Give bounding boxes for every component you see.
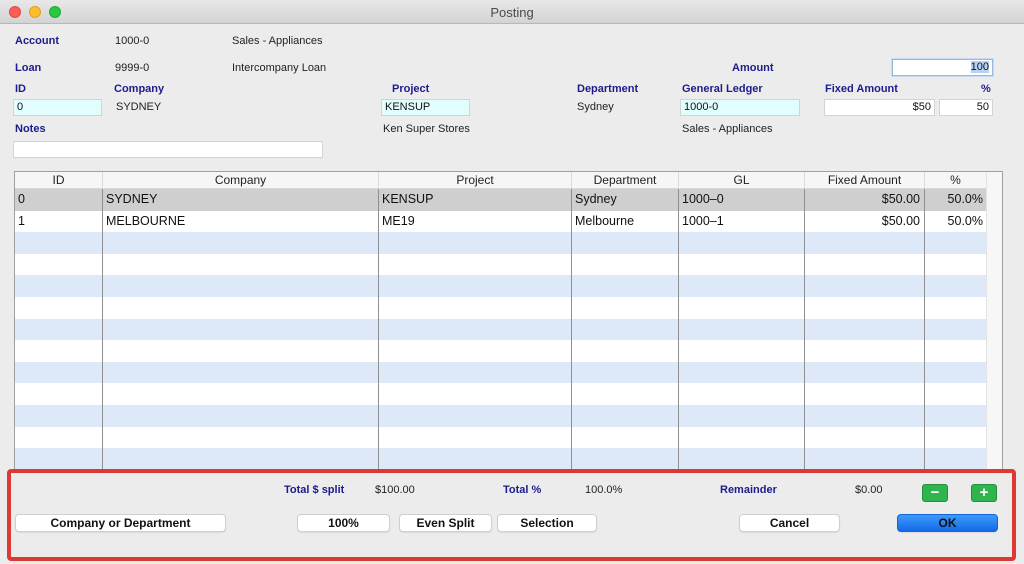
cancel-button[interactable]: Cancel xyxy=(739,514,840,532)
general-ledger-input[interactable]: 1000-0 xyxy=(680,99,800,116)
cell-department: Melbourne xyxy=(575,213,635,228)
column-divider xyxy=(804,189,805,469)
cell-company: SYDNEY xyxy=(106,192,158,206)
plus-icon: + xyxy=(979,484,989,501)
empty-table-row[interactable] xyxy=(15,383,987,405)
project-name: Ken Super Stores xyxy=(383,123,470,135)
empty-table-row[interactable] xyxy=(15,361,987,384)
column-header-company[interactable]: Company xyxy=(103,172,379,189)
cell-percent: 50.0% xyxy=(947,213,983,228)
cell-fixed-amount: $50.00 xyxy=(881,213,920,228)
column-divider xyxy=(571,189,572,469)
id-label: ID xyxy=(15,83,26,95)
table-scrollbar[interactable] xyxy=(986,172,1002,469)
empty-table-row[interactable] xyxy=(15,318,987,341)
column-divider xyxy=(102,189,103,469)
general-ledger-name: Sales - Appliances xyxy=(682,123,773,135)
column-divider xyxy=(678,189,679,469)
ok-button[interactable]: OK xyxy=(897,514,998,532)
minus-icon: − xyxy=(930,484,940,501)
account-code: 1000-0 xyxy=(115,35,150,47)
empty-table-row[interactable] xyxy=(15,275,987,297)
column-header-project[interactable]: Project xyxy=(379,172,572,189)
department-label: Department xyxy=(577,83,639,95)
total-split-value: $100.00 xyxy=(375,484,415,496)
fixed-amount-input[interactable]: $50 xyxy=(824,99,935,116)
column-header-percent[interactable]: % xyxy=(925,172,987,189)
column-header-id[interactable]: ID xyxy=(15,172,103,189)
column-divider xyxy=(924,189,925,469)
percent-input[interactable]: 50 xyxy=(939,99,993,116)
column-divider xyxy=(378,189,379,469)
fixed-amount-label: Fixed Amount xyxy=(825,83,898,95)
loan-code: 9999-0 xyxy=(115,62,150,74)
column-header-gl[interactable]: GL xyxy=(679,172,805,189)
total-split-label: Total $ split xyxy=(284,484,345,496)
remove-row-button[interactable]: − xyxy=(922,484,948,502)
selection-button[interactable]: Selection xyxy=(497,514,597,532)
column-header-fixed-amount[interactable]: Fixed Amount xyxy=(805,172,925,189)
amount-value: 100 xyxy=(970,61,989,73)
department-value: Sydney xyxy=(577,101,614,113)
empty-table-row[interactable] xyxy=(15,448,987,469)
cell-company: MELBOURNE xyxy=(106,213,186,228)
table-header: ID Company Project Department GL Fixed A… xyxy=(15,172,987,189)
cell-fixed-amount: $50.00 xyxy=(881,192,920,206)
company-label: Company xyxy=(114,83,165,95)
even-split-button[interactable]: Even Split xyxy=(399,514,492,532)
general-ledger-label: General Ledger xyxy=(682,83,763,95)
remainder-value: $0.00 xyxy=(855,484,883,496)
percent-label: % xyxy=(981,83,991,95)
add-row-button[interactable]: + xyxy=(971,484,997,502)
company-or-department-button[interactable]: Company or Department xyxy=(15,514,226,532)
empty-table-row[interactable] xyxy=(15,426,987,449)
total-percent-label: Total % xyxy=(503,484,542,496)
empty-table-row[interactable] xyxy=(15,297,987,319)
cell-percent: 50.0% xyxy=(947,192,983,206)
total-percent-value: 100.0% xyxy=(585,484,623,496)
cell-project: KENSUP xyxy=(382,192,434,206)
empty-table-row[interactable] xyxy=(15,405,987,427)
empty-table-row[interactable] xyxy=(15,340,987,362)
amount-input[interactable]: 100 xyxy=(892,59,993,76)
cell-id: 0 xyxy=(18,192,25,206)
company-value: SYDNEY xyxy=(116,101,162,113)
table-row[interactable]: 1 MELBOURNE ME19 Melbourne 1000–1 $50.00 50.0% xyxy=(15,210,987,233)
project-label: Project xyxy=(392,83,430,95)
cell-department: Sydney xyxy=(575,192,617,206)
remainder-label: Remainder xyxy=(720,484,777,496)
empty-table-row[interactable] xyxy=(15,232,987,254)
id-input[interactable]: 0 xyxy=(13,99,102,116)
project-input[interactable]: KENSUP xyxy=(381,99,470,116)
notes-input[interactable] xyxy=(13,141,323,158)
notes-label: Notes xyxy=(15,123,46,135)
column-header-department[interactable]: Department xyxy=(572,172,679,189)
hundred-percent-button[interactable]: 100% xyxy=(297,514,390,532)
window-title: Posting xyxy=(490,5,534,20)
empty-table-row[interactable] xyxy=(15,253,987,276)
cell-id: 1 xyxy=(18,213,25,228)
cell-project: ME19 xyxy=(382,213,415,228)
cell-gl: 1000–0 xyxy=(682,192,724,206)
amount-label: Amount xyxy=(732,62,774,74)
cell-gl: 1000–1 xyxy=(682,213,724,228)
title-bar: Posting xyxy=(0,0,1024,24)
account-name: Sales - Appliances xyxy=(232,35,323,47)
loan-label: Loan xyxy=(15,62,42,74)
allocation-table[interactable]: ID Company Project Department GL Fixed A… xyxy=(14,171,1003,470)
account-label: Account xyxy=(15,35,59,47)
table-row[interactable]: 0 SYDNEY KENSUP Sydney 1000–0 $50.00 50.0% xyxy=(15,189,987,211)
loan-name: Intercompany Loan xyxy=(232,62,327,74)
